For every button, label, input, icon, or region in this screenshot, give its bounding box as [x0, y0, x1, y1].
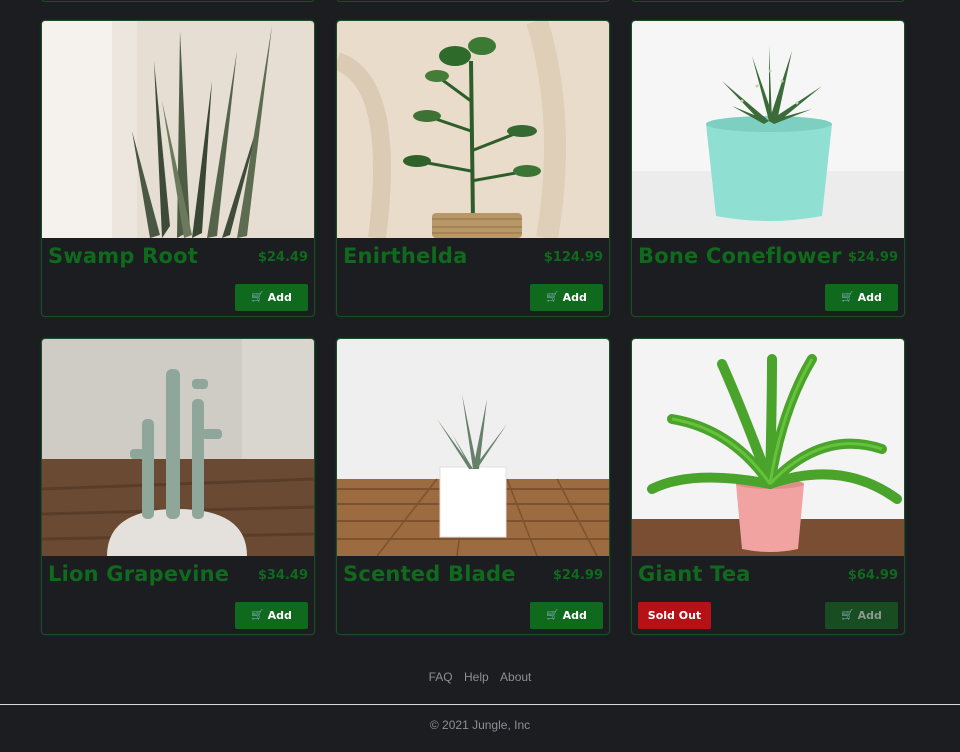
product-name: Bone Coneflower	[638, 244, 842, 268]
previous-card-edge	[631, 0, 905, 2]
product-name: Scented Blade	[343, 562, 516, 586]
product-grid: Swamp Root $24.49 🛒 Add Enirthelda $124.…	[41, 20, 905, 635]
product-card: Enirthelda $124.99 🛒 Add	[336, 20, 610, 317]
product-price: $24.99	[847, 250, 898, 265]
footer-link-help[interactable]: Help	[464, 670, 489, 684]
product-price: $24.49	[257, 250, 308, 265]
add-button-label: Add	[267, 291, 292, 304]
footer-links: FAQ Help About	[0, 670, 960, 684]
copyright: © 2021 Jungle, Inc	[429, 718, 531, 732]
footer-divider	[0, 704, 960, 705]
fern-photo	[632, 339, 904, 556]
add-to-cart-button[interactable]: 🛒 Add	[235, 284, 308, 311]
shopping-cart-icon: 🛒	[546, 291, 559, 303]
shopping-cart-icon: 🛒	[251, 609, 264, 621]
snake-plant-photo	[42, 21, 314, 238]
product-price: $24.99	[552, 568, 603, 583]
shopping-cart-icon: 🛒	[841, 291, 854, 303]
footer-link-faq[interactable]: FAQ	[429, 670, 453, 684]
footer-link-about[interactable]: About	[500, 670, 531, 684]
previous-card-edge	[336, 0, 610, 2]
product-name: Lion Grapevine	[48, 562, 230, 586]
product-card: Swamp Root $24.49 🛒 Add	[41, 20, 315, 317]
add-to-cart-button[interactable]: 🛒 Add	[825, 602, 898, 629]
add-to-cart-button[interactable]: 🛒 Add	[235, 602, 308, 629]
sold-out-badge: Sold Out	[638, 602, 711, 629]
product-card: Giant Tea $64.99 Sold Out 🛒 Add	[631, 338, 905, 635]
shopping-cart-icon: 🛒	[251, 291, 264, 303]
add-button-label: Add	[562, 291, 587, 304]
product-name: Swamp Root	[48, 244, 198, 268]
haworthia-photo	[632, 21, 904, 238]
shopping-cart-icon: 🛒	[546, 609, 559, 621]
add-to-cart-button[interactable]: 🛒 Add	[825, 284, 898, 311]
shopping-cart-icon: 🛒	[841, 609, 854, 621]
product-price: $34.49	[257, 568, 308, 583]
cactus-photo	[42, 339, 314, 556]
product-card: Bone Coneflower $24.99 🛒 Add	[631, 20, 905, 317]
product-price: $64.99	[847, 568, 898, 583]
product-card: Lion Grapevine $34.49 🛒 Add	[41, 338, 315, 635]
add-button-label: Add	[857, 609, 882, 622]
add-button-label: Add	[267, 609, 292, 622]
jade-plant-photo	[337, 21, 609, 238]
product-name: Giant Tea	[638, 562, 751, 586]
add-button-label: Add	[562, 609, 587, 622]
product-price: $124.99	[543, 250, 603, 265]
previous-card-edge	[41, 0, 315, 2]
add-button-label: Add	[857, 291, 882, 304]
add-to-cart-button[interactable]: 🛒 Add	[530, 602, 603, 629]
product-card: Scented Blade $24.99 🛒 Add	[336, 338, 610, 635]
succulent-photo	[337, 339, 609, 556]
product-name: Enirthelda	[343, 244, 468, 268]
add-to-cart-button[interactable]: 🛒 Add	[530, 284, 603, 311]
